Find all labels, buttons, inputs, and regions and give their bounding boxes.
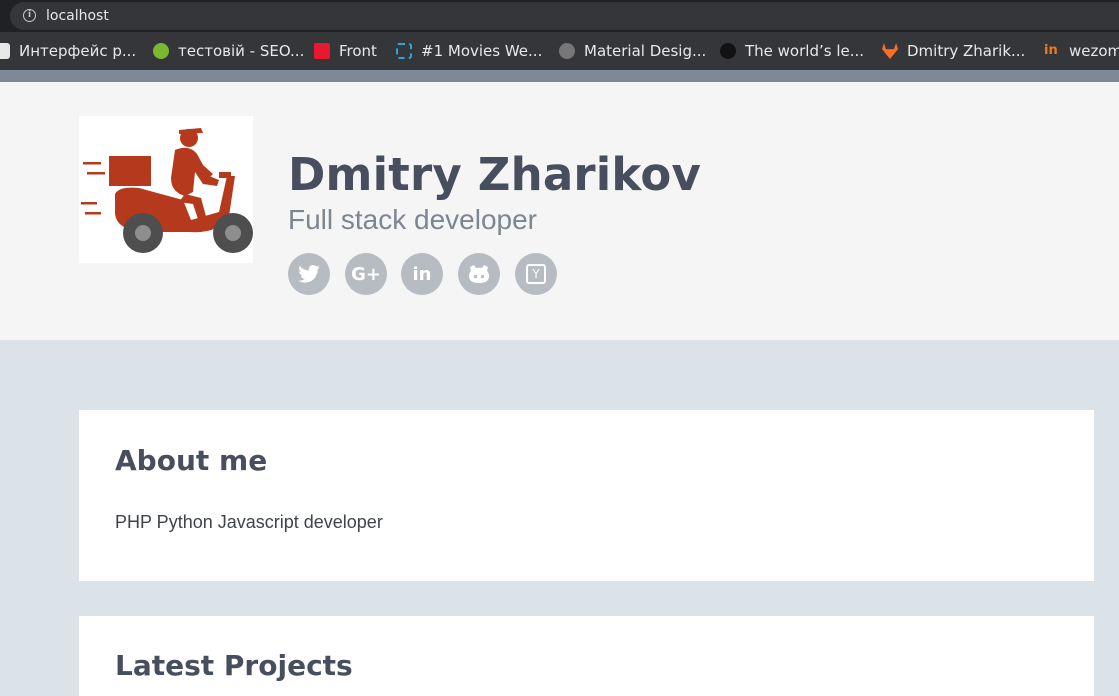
about-title: About me [115,444,268,477]
profile-tagline: Full stack developer [288,204,538,235]
wezom-icon: in [1044,43,1058,58]
github-icon [720,43,736,59]
delivery-scooter-icon [81,128,253,253]
bookmark-item[interactable]: Интерфейс р... [0,32,136,70]
bookmark-item[interactable]: The world’s le... [720,32,864,70]
google-plus-icon: G+ [351,263,381,285]
bookmark-label: Интерфейс р... [19,42,137,60]
movies-icon [396,43,412,59]
linkedin-button[interactable]: in [401,253,443,295]
projects-card: Latest Projects [79,616,1094,696]
projects-title: Latest Projects [115,649,353,682]
seo-icon [153,43,169,59]
bookmark-item[interactable]: #1 Movies We... [396,32,542,70]
hacker-news-button[interactable]: Y [515,253,557,295]
globe-icon [559,43,575,59]
heart-icon [314,43,330,59]
bookmark-label: wezom [1069,42,1119,60]
bookmark-label: Material Desig... [584,42,707,60]
bookmark-label: Dmitry Zharik... [907,42,1026,60]
bookmark-item[interactable]: Dmitry Zharik... [882,32,1025,70]
bookmark-label: тестовій - SEO... [178,42,305,60]
url-field[interactable]: i localhost [10,2,1119,30]
github-button[interactable] [458,253,500,295]
bookmark-item[interactable]: Material Desig... [559,32,706,70]
page-top-edge [0,70,1119,82]
avatar [79,116,253,263]
bookmark-label: #1 Movies We... [421,42,543,60]
gitlab-icon [882,43,898,59]
bookmarks-bar: Интерфейс р... тестовій - SEO... Front #… [0,32,1119,70]
github-icon [469,265,489,283]
info-icon[interactable]: i [23,9,36,22]
bookmark-item[interactable]: тестовій - SEO... [153,32,304,70]
bookmark-label: The world’s le... [745,42,865,60]
hacker-news-icon: Y [526,264,546,284]
profile-name: Dmitry Zharikov [288,148,701,201]
url-text: localhost [46,8,109,24]
bookmark-label: Front [339,42,377,60]
bookmark-item[interactable]: in wezom [1044,32,1119,70]
browser-address-bar: i localhost [0,0,1119,32]
about-text: PHP Python Javascript developer [115,512,383,532]
about-card: About me PHP Python Javascript developer [79,410,1094,581]
hacker-news-letter: Y [532,267,540,281]
linkedin-icon: in [412,263,432,285]
twitter-button[interactable] [288,253,330,295]
page-icon [0,43,10,59]
twitter-icon [298,265,320,283]
google-plus-button[interactable]: G+ [345,253,387,295]
profile-header: Dmitry Zharikov Full stack developer G+ … [0,82,1119,340]
bookmark-item[interactable]: Front [314,32,377,70]
